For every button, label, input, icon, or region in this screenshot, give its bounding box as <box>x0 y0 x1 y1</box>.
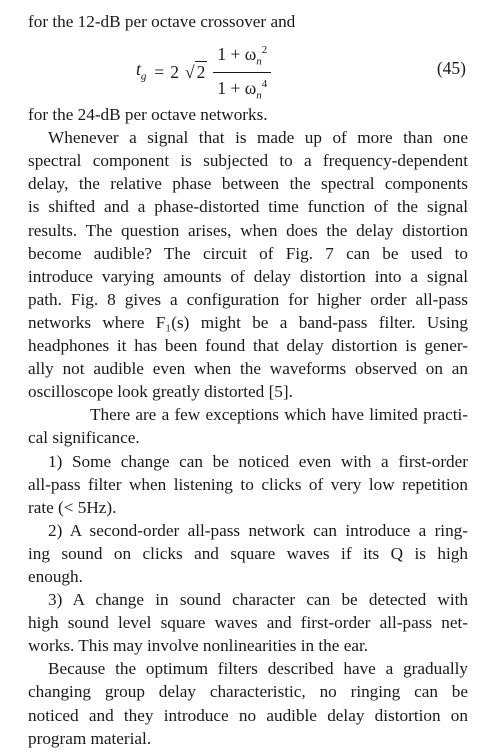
equation-lhs-subscript: g <box>140 70 147 83</box>
paragraph-delay-distortion: Whenever a signal that is made up of mor… <box>28 126 468 403</box>
equation-numerator-superscript: 2 <box>261 44 268 57</box>
equation-sqrt: √ 2 <box>185 61 208 84</box>
text-line: oscilloscope look greatly distorted [5]. <box>28 382 293 402</box>
equation-lhs: tg <box>136 58 146 89</box>
text-line: ally not audible even when the waveforms… <box>28 359 468 379</box>
text-line: spectral component is subjected to a fre… <box>28 151 468 171</box>
text-line: high sound level square waves and first-… <box>28 613 468 633</box>
equation-radical-sign: √ <box>185 62 195 83</box>
text-line: introduce varying amounts of delay disto… <box>28 266 468 286</box>
text-line: become audible? The circuit of Fig. 7 ca… <box>28 243 468 263</box>
text-line: networks where F₁(s) might be a band-pas… <box>28 312 468 332</box>
text-line: There are a few exceptions which have li… <box>90 405 468 425</box>
equation-radicand: 2 <box>194 61 208 83</box>
text-line: works. This may involve nonlinearities i… <box>28 636 369 656</box>
text-line: Because the optimum filters described ha… <box>48 659 468 679</box>
equation-numerator-subscript: n <box>256 55 262 68</box>
text-line: 1) Some change can be noticed even with … <box>48 451 468 471</box>
equation-numerator-text: 1 + ω <box>217 43 257 64</box>
equation-numerator: 1 + ωn2 <box>213 39 271 72</box>
text-line: rate (< 5Hz). <box>28 497 117 517</box>
text-line: 2) A second-order all-pass network can i… <box>48 520 468 540</box>
text-line: results. The question arises, when does … <box>28 220 468 240</box>
list-item-1: 1) Some change can be noticed even with … <box>28 450 468 519</box>
text-line: is shifted and a phase-distorted time fu… <box>28 197 468 217</box>
text-line: program material. <box>28 728 152 748</box>
text-line: 3) A change in sound character can be de… <box>48 590 468 610</box>
paragraph-intro: for the 12-dB per octave crossover and <box>28 12 296 31</box>
text-line: Whenever a signal that is made up of mor… <box>48 128 468 148</box>
equation-body: tg = 2 √ 2 1 + ωn2 1 + ωn4 <box>136 39 272 107</box>
text-line: enough. <box>28 566 83 586</box>
equation-coefficient: 2 <box>170 62 179 83</box>
paragraph-exceptions: There are a few exceptions which have li… <box>28 403 468 449</box>
equation-denominator: 1 + ωn4 <box>213 73 271 106</box>
text-line: all-pass filter when listening to clicks… <box>28 474 468 494</box>
text-line: ing sound on clicks and square waves if … <box>28 543 468 563</box>
equation-denominator-subscript: n <box>256 89 262 102</box>
equation-equals: = <box>154 62 165 83</box>
text-line: noticed and they introduce no audible de… <box>28 705 468 725</box>
equation-fraction: 1 + ωn2 1 + ωn4 <box>213 39 272 107</box>
equation-45: tg = 2 √ 2 1 + ωn2 1 + ωn4 (45) <box>28 35 468 103</box>
paragraph-conclusion: Because the optimum filters described ha… <box>28 657 468 749</box>
list-item-3: 3) A change in sound character can be de… <box>28 588 468 657</box>
text-line: delay, the relative phase between the sp… <box>28 174 468 194</box>
text-line: cal significance. <box>28 428 140 448</box>
document-page: for the 12-dB per octave crossover and t… <box>28 10 468 750</box>
text-line: headphones it has been found that delay … <box>28 336 468 356</box>
equation-denominator-text: 1 + ω <box>217 78 257 99</box>
text-line: path. Fig. 8 gives a configuration for h… <box>28 289 468 309</box>
list-item-2: 2) A second-order all-pass network can i… <box>28 519 468 588</box>
equation-denominator-superscript: 4 <box>261 78 268 91</box>
text-line: changing group delay characteristic, no … <box>28 682 468 702</box>
equation-number: (45) <box>436 58 466 79</box>
